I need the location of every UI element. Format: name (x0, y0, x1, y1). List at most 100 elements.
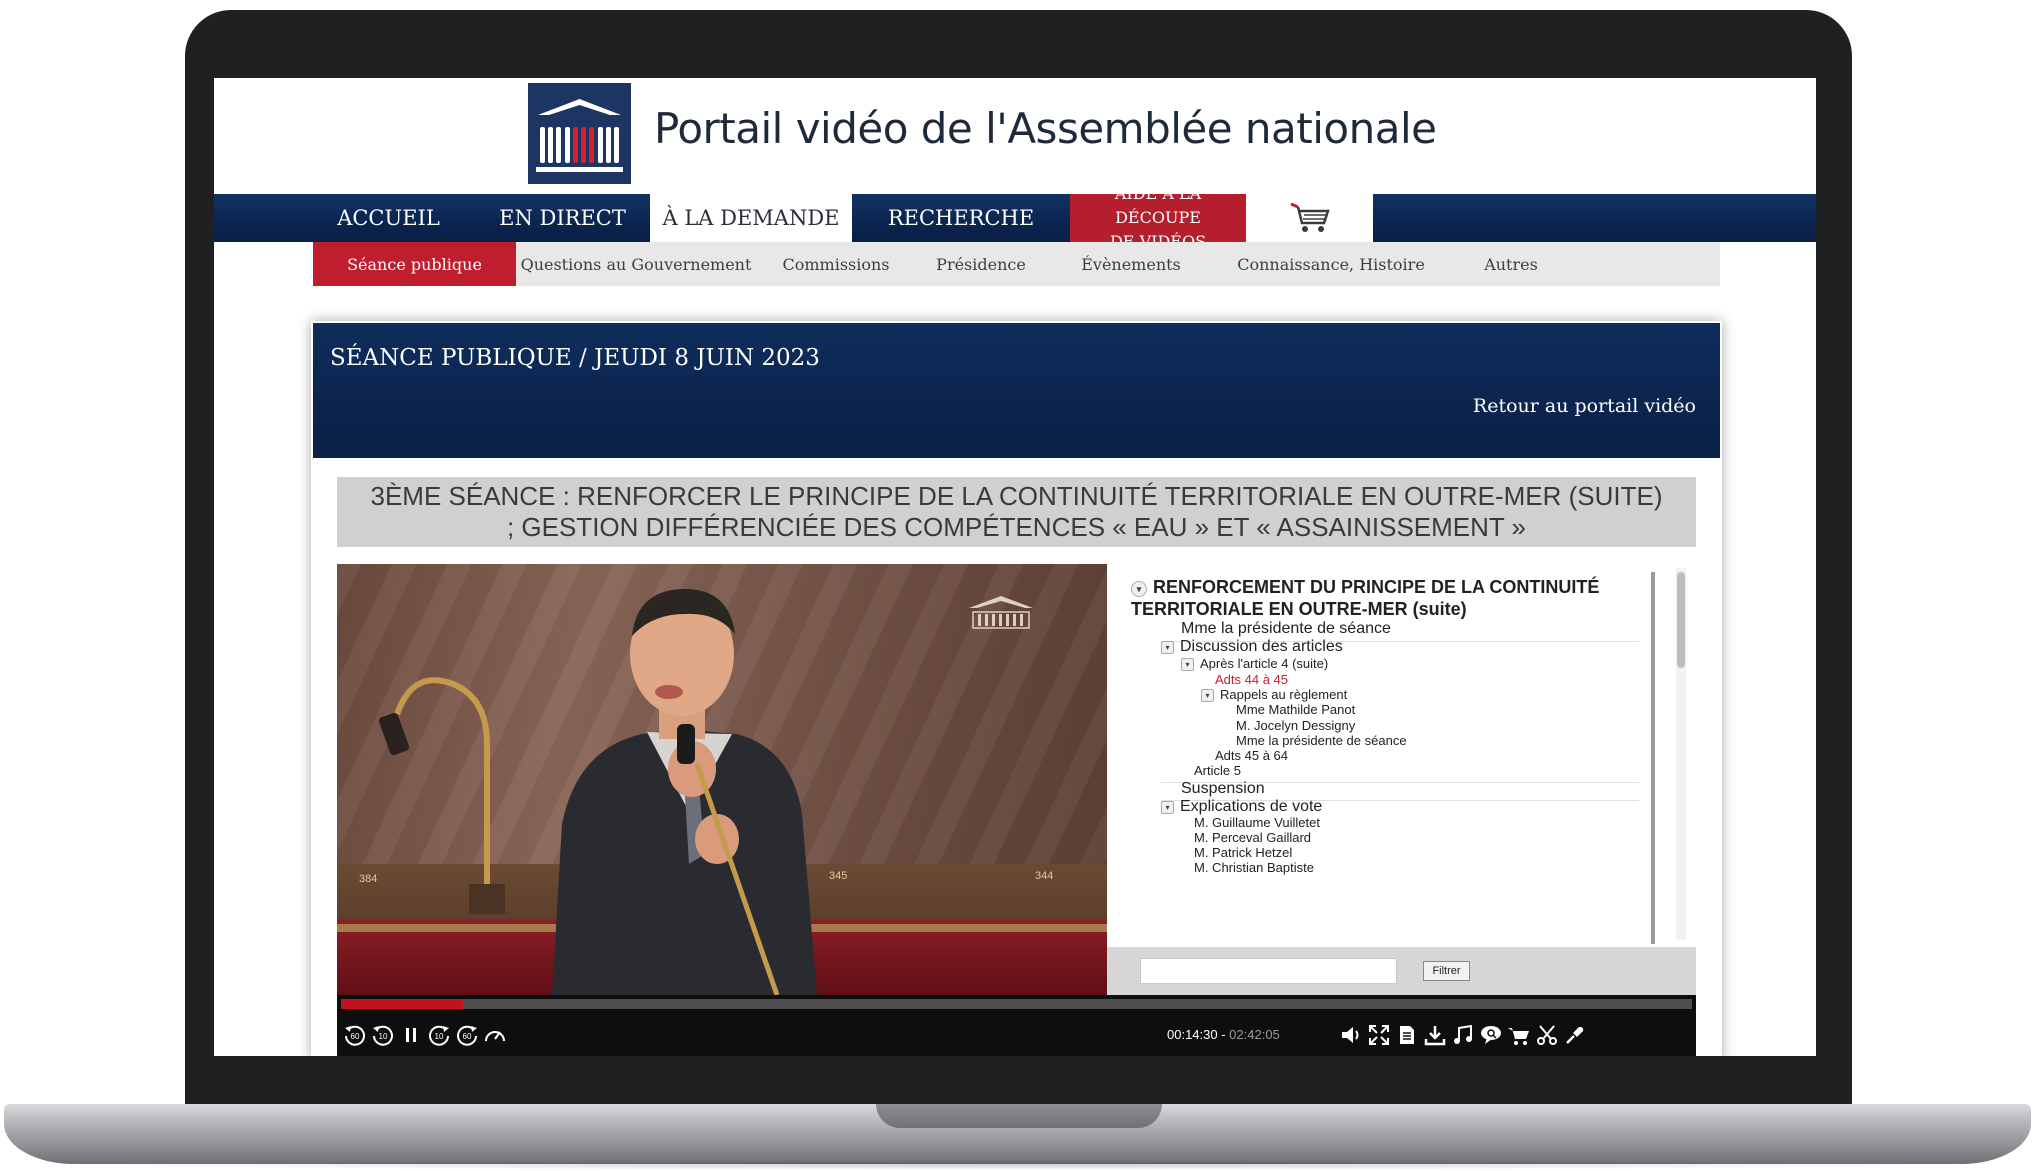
cart-icon (1508, 1028, 1529, 1045)
rewind-10-button[interactable]: 10 (369, 1021, 397, 1049)
chapter-item-active[interactable]: Adts 44 à 45 (1215, 672, 1288, 687)
chapter-item[interactable]: Mme la présidente de séance (1181, 620, 1391, 638)
speed-icon (485, 1031, 505, 1042)
rewind-60-button[interactable]: 60 (341, 1021, 369, 1049)
session-title: SÉANCE PUBLIQUE / JEUDI 8 JUIN 2023 (330, 345, 820, 371)
pause-button[interactable] (397, 1021, 425, 1049)
chapter-item[interactable]: Mme la présidente de séance (1236, 733, 1407, 748)
forward-10-icon: 10 (429, 1025, 449, 1046)
chapter-item[interactable]: ▾ Discussion des articles (1161, 638, 1343, 656)
speed-button[interactable] (481, 1021, 509, 1049)
chapter-scrollbar[interactable] (1676, 568, 1686, 940)
subnav-connaissance[interactable]: Connaissance, Histoire (1216, 242, 1446, 286)
fullscreen-button[interactable] (1365, 1021, 1393, 1049)
player-cart-button[interactable] (1505, 1021, 1533, 1049)
volume-icon (1342, 1027, 1359, 1043)
site-title: Portail vidéo de l'Assemblée nationale (654, 104, 1437, 153)
nav-recherche[interactable]: RECHERCHE (852, 194, 1070, 242)
chapter-item[interactable]: Suspension (1181, 780, 1265, 798)
chapter-item[interactable]: M. Jocelyn Dessigny (1236, 718, 1355, 733)
chapter-item[interactable]: M. Guillaume Vuilletet (1194, 815, 1320, 830)
subnav-seance-publique[interactable]: Séance publique (313, 242, 516, 286)
chapter-item[interactable]: M. Perceval Gaillard (1194, 830, 1311, 845)
video-title-line1: 3ÈME SÉANCE : RENFORCER LE PRINCIPE DE L… (370, 481, 1663, 511)
chapter-item[interactable]: Mme Mathilde Panot (1236, 702, 1355, 717)
chapter-item[interactable]: Article 5 (1194, 763, 1241, 778)
chapter-item[interactable]: ▾ Explications de vote (1161, 798, 1322, 816)
fullscreen-icon (1369, 1025, 1389, 1045)
chapter-item[interactable]: M. Christian Baptiste (1194, 860, 1314, 875)
audio-icon (1454, 1024, 1472, 1044)
share-icon (1566, 1027, 1584, 1044)
subnav-evenements[interactable]: Évènements (1046, 242, 1216, 286)
duration: 02:42:05 (1229, 1027, 1280, 1042)
collapse-toggle-icon[interactable]: ▾ (1201, 689, 1214, 702)
chapter-heading-line2: TERRITORIALE EN OUTRE-MER (suite) (1131, 599, 1467, 619)
filter-bar: Filtrer (1107, 947, 1696, 995)
chapter-item[interactable]: Adts 45 à 64 (1215, 748, 1288, 763)
svg-text:60: 60 (463, 1032, 472, 1041)
video-title: 3ÈME SÉANCE : RENFORCER LE PRINCIPE DE L… (337, 477, 1696, 547)
nav-cart[interactable] (1246, 194, 1373, 242)
seat-number: 345 (829, 870, 847, 882)
subtitle-button[interactable] (1477, 1021, 1505, 1049)
transcript-button[interactable] (1393, 1021, 1421, 1049)
assemblee-logo[interactable] (528, 83, 631, 184)
scrollbar-thumb[interactable] (1677, 572, 1685, 668)
svg-text:10: 10 (379, 1032, 388, 1041)
nav-aide-line1: AIDE À LA DÉCOUPE (1114, 184, 1202, 227)
laptop-shadow (60, 1160, 1975, 1170)
subnav-commissions[interactable]: Commissions (756, 242, 916, 286)
chapter-item[interactable]: M. Patrick Hetzel (1194, 845, 1292, 860)
chapter-item[interactable]: ▾ Après l'article 4 (suite) (1181, 656, 1328, 671)
chapter-tree: ▾ RENFORCEMENT DU PRINCIPE DE LA CONTINUI… (1131, 572, 1655, 944)
subnav-questions[interactable]: Questions au Gouvernement (516, 242, 756, 286)
volume-button[interactable] (1337, 1021, 1365, 1049)
download-icon (1424, 1026, 1446, 1046)
back-to-portal-link[interactable]: Retour au portail vidéo (1473, 395, 1696, 417)
laptop-notch (876, 1104, 1162, 1128)
roof-shape (538, 99, 621, 115)
seat-number: 344 (1035, 870, 1053, 882)
session-header: SÉANCE PUBLIQUE / JEUDI 8 JUIN 2023 Reto… (313, 323, 1720, 458)
player-controls: 60 10 10 60 00:14:30 - 02:42:05 (337, 995, 1696, 1056)
cut-button[interactable] (1533, 1021, 1561, 1049)
forward-60-button[interactable]: 60 (453, 1021, 481, 1049)
time-separator: - (1217, 1027, 1230, 1042)
seat-number: 384 (359, 873, 377, 885)
pause-icon (406, 1028, 416, 1042)
rewind-10-icon: 10 (373, 1025, 393, 1046)
nav-en-direct[interactable]: EN DIRECT (475, 194, 650, 242)
speaker-image: 384 345 344 (359, 589, 1053, 995)
filter-input[interactable] (1140, 958, 1397, 984)
video-title-line2: ; GESTION DIFFÉRENCIÉE DES COMPÉTENCES «… (506, 512, 1527, 542)
browser-screen: Portail vidéo de l'Assemblée nationale A… (214, 78, 1816, 1056)
collapse-toggle-icon[interactable]: ▾ (1181, 658, 1194, 671)
logo-columns (540, 127, 619, 163)
download-button[interactable] (1421, 1021, 1449, 1049)
nav-accueil[interactable]: ACCUEIL (302, 194, 475, 242)
collapse-toggle-icon[interactable]: ▾ (1161, 801, 1174, 814)
chapter-item[interactable]: ▾ Rappels au règlement (1201, 687, 1347, 702)
video-player[interactable]: 384 345 344 (337, 564, 1107, 995)
chapter-panel: ▾ RENFORCEMENT DU PRINCIPE DE LA CONTINUI… (1107, 564, 1696, 995)
chapter-heading[interactable]: ▾ RENFORCEMENT DU PRINCIPE DE LA CONTINUI… (1131, 576, 1599, 598)
filter-button[interactable]: Filtrer (1423, 961, 1470, 981)
nav-aide-decoupe[interactable]: AIDE À LA DÉCOUPE DE VIDÉOS (1070, 184, 1246, 251)
audio-button[interactable] (1449, 1021, 1477, 1049)
nav-a-la-demande[interactable]: À LA DEMANDE (650, 194, 852, 242)
subnav-presidence[interactable]: Présidence (916, 242, 1046, 286)
progress-bar[interactable] (341, 999, 1692, 1009)
an-watermark (969, 596, 1033, 629)
logo-step (536, 167, 623, 172)
chapter-heading-line1: RENFORCEMENT DU PRINCIPE DE LA CONTINUIT… (1153, 577, 1600, 597)
progress-fill (341, 999, 463, 1009)
time-display: 00:14:30 - 02:42:05 (1167, 1027, 1280, 1042)
forward-10-button[interactable]: 10 (425, 1021, 453, 1049)
collapse-toggle-icon[interactable]: ▾ (1131, 581, 1147, 597)
svg-text:10: 10 (435, 1032, 444, 1041)
collapse-toggle-icon[interactable]: ▾ (1161, 641, 1174, 654)
cart-icon (1289, 202, 1330, 232)
share-button[interactable] (1561, 1021, 1589, 1049)
subnav-autres[interactable]: Autres (1446, 242, 1576, 286)
